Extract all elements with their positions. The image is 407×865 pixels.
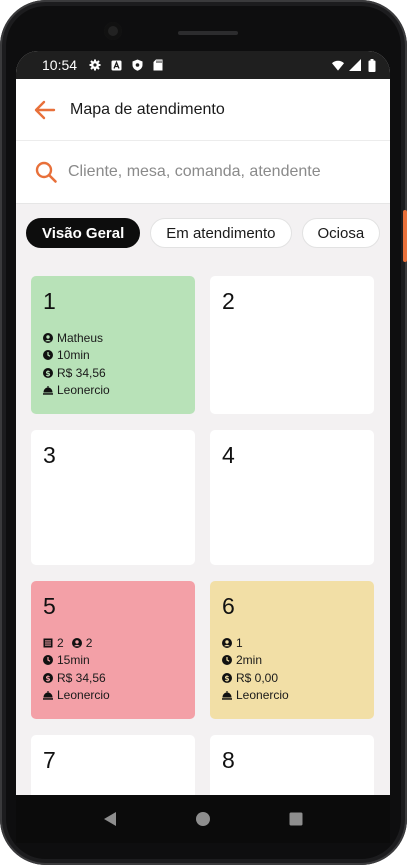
status-icons-left — [89, 59, 164, 71]
speaker-grille — [178, 31, 238, 35]
money-icon: $ — [43, 672, 53, 683]
svg-text:$: $ — [224, 674, 229, 683]
search-bar — [16, 141, 390, 204]
clock-icon — [43, 655, 53, 666]
user-icon — [71, 637, 82, 648]
app-bar: Mapa de atendimento — [16, 79, 390, 141]
info-client: Matheus — [43, 329, 183, 347]
phone-frame: 10:54 Mapa de atendimento Cliente, mesa,… — [0, 0, 407, 865]
svg-text:$: $ — [45, 369, 50, 378]
side-button — [403, 210, 407, 262]
settings-icon — [89, 59, 101, 71]
info-people: 1 — [222, 634, 362, 652]
a-icon — [110, 59, 122, 71]
table-number: 2 — [222, 288, 235, 314]
shield-icon — [131, 59, 143, 71]
money-icon: $ — [222, 672, 232, 683]
elapsed-time: 15min — [57, 653, 90, 668]
table-number: 4 — [222, 442, 235, 468]
people-count: 2 — [71, 635, 93, 650]
table-info: 2 2 15min $ R$ 34,56 Leonercio — [43, 634, 183, 704]
table-card[interactable]: 5 2 2 15min $ R$ 34,56 Leonercio — [31, 581, 195, 719]
wifi-icon — [332, 59, 344, 71]
search-icon — [34, 160, 58, 184]
table-info: Matheus 10min $ R$ 34,56 Leonercio — [43, 329, 183, 399]
table-number: 5 — [43, 593, 56, 619]
system-nav-bar — [16, 795, 390, 843]
chip-ociosa[interactable]: Ociosa — [301, 218, 381, 248]
table-info: 1 2min $ R$ 0,00 Leonercio — [222, 634, 362, 704]
waiter-icon — [43, 690, 53, 700]
waiter-name: Leonercio — [236, 688, 289, 703]
table-number: 8 — [222, 747, 235, 773]
table-number: 6 — [222, 593, 235, 619]
svg-text:$: $ — [45, 674, 50, 683]
comandas-value: 2 — [57, 635, 64, 650]
info-amount: $ R$ 34,56 — [43, 669, 183, 687]
status-icons-right — [332, 58, 378, 72]
table-card[interactable]: 2 — [210, 276, 374, 414]
table-number: 3 — [43, 442, 56, 468]
info-time: 2min — [222, 652, 362, 670]
tables-grid: 1 Matheus 10min $ R$ 34,56 Leonercio 2 3… — [16, 264, 390, 833]
info-waiter: Leonercio — [43, 687, 183, 705]
chip-em-atendimento[interactable]: Em atendimento — [150, 218, 292, 248]
table-card[interactable]: 3 — [31, 430, 195, 565]
amount-value: R$ 34,56 — [57, 670, 106, 685]
table-card[interactable]: 1 Matheus 10min $ R$ 34,56 Leonercio — [31, 276, 195, 414]
table-number: 7 — [43, 747, 56, 773]
back-arrow-icon[interactable] — [34, 100, 56, 120]
waiter-icon — [222, 690, 232, 700]
info-time: 10min — [43, 347, 183, 365]
chip-visao-geral[interactable]: Visão Geral — [26, 218, 141, 248]
people-value: 2 — [85, 635, 93, 650]
table-card[interactable]: 4 — [210, 430, 374, 565]
page-title: Mapa de atendimento — [70, 100, 225, 118]
clock-icon — [222, 655, 232, 666]
home-circle-icon[interactable] — [193, 809, 213, 829]
front-camera — [104, 22, 122, 40]
people-value: 1 — [236, 635, 243, 650]
app-screen: 10:54 Mapa de atendimento Cliente, mesa,… — [16, 51, 390, 833]
signal-icon — [349, 59, 361, 71]
comandas-count: 2 — [43, 636, 64, 650]
table-number: 1 — [43, 288, 56, 314]
clock-icon — [43, 350, 53, 361]
info-amount: $ R$ 0,00 — [222, 669, 362, 687]
waiter-name: Leonercio — [57, 688, 110, 703]
table-card[interactable]: 6 1 2min $ R$ 0,00 Leonercio — [210, 581, 374, 719]
info-comandas-people: 2 2 — [43, 634, 183, 652]
user-icon — [222, 637, 232, 648]
client-name: Matheus — [57, 330, 104, 345]
search-input[interactable] — [68, 163, 368, 181]
info-waiter: Leonercio — [222, 687, 362, 705]
waiter-icon — [43, 385, 53, 395]
user-icon — [43, 332, 53, 343]
battery-icon — [366, 58, 378, 72]
back-triangle-icon[interactable] — [100, 809, 120, 829]
money-icon: $ — [43, 367, 53, 378]
info-time: 15min — [43, 652, 183, 670]
info-amount: $ R$ 34,56 — [43, 364, 183, 382]
recents-square-icon[interactable] — [286, 809, 306, 829]
elapsed-time: 2min — [236, 653, 263, 668]
waiter-name: Leonercio — [57, 383, 110, 398]
elapsed-time: 10min — [57, 348, 90, 363]
status-time: 10:54 — [42, 57, 78, 73]
amount-value: R$ 34,56 — [57, 365, 106, 380]
status-bar: 10:54 — [16, 51, 390, 79]
filter-chips: Visão Geral Em atendimento Ociosa — [16, 204, 390, 264]
info-waiter: Leonercio — [43, 382, 183, 400]
sd-card-icon — [152, 59, 164, 71]
amount-value: R$ 0,00 — [236, 670, 279, 685]
receipt-icon — [43, 638, 53, 648]
